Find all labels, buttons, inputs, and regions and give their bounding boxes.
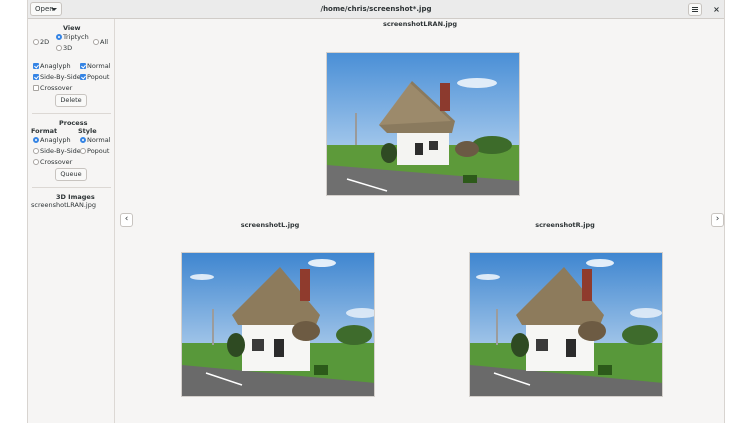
radio-selected-icon bbox=[33, 137, 39, 143]
3d-image-list-item[interactable]: screenshotLRAN.jpg bbox=[31, 201, 96, 209]
checkbox-icon bbox=[33, 85, 39, 91]
checkbox-checked-icon bbox=[80, 63, 86, 69]
menu-button[interactable] bbox=[688, 3, 702, 16]
normal-label: Normal bbox=[87, 62, 111, 70]
format-side-by-side-radio[interactable]: Side-By-Side bbox=[33, 147, 81, 155]
right-image-title: screenshotR.jpg bbox=[535, 221, 595, 229]
normal-checkbox[interactable]: Normal bbox=[80, 62, 111, 70]
queue-button[interactable]: Queue bbox=[55, 168, 87, 181]
side-by-side-label: Side-By-Side bbox=[40, 73, 81, 81]
style-popout-radio[interactable]: Popout bbox=[80, 147, 109, 155]
checkbox-checked-icon bbox=[33, 63, 39, 69]
format-anaglyph-radio[interactable]: Anaglyph bbox=[33, 136, 71, 144]
checkbox-checked-icon bbox=[80, 74, 86, 80]
delete-button[interactable]: Delete bbox=[55, 94, 87, 107]
anaglyph-image bbox=[326, 52, 520, 196]
sidebar: View 2D Triptych All 3D Anaglyph Normal … bbox=[28, 19, 115, 423]
hamburger-menu-icon bbox=[692, 7, 698, 8]
open-button[interactable]: Open bbox=[30, 2, 62, 16]
right-eye-image bbox=[469, 252, 663, 397]
close-button[interactable]: × bbox=[710, 3, 723, 16]
side-by-side-checkbox[interactable]: Side-By-Side bbox=[33, 73, 81, 81]
anaglyph-checkbox[interactable]: Anaglyph bbox=[33, 62, 71, 70]
next-button[interactable]: › bbox=[711, 213, 724, 227]
view-triptych-label: Triptych bbox=[63, 33, 89, 41]
left-eye-image bbox=[181, 252, 375, 397]
view-all-radio[interactable]: All bbox=[93, 38, 108, 46]
3d-images-heading: 3D Images bbox=[56, 193, 95, 201]
image-viewer: screenshotLRAN.jpg screenshotL.jpg scree… bbox=[115, 19, 725, 423]
close-icon: × bbox=[713, 5, 720, 14]
chevron-left-icon: ‹ bbox=[124, 214, 129, 224]
view-all-label: All bbox=[100, 38, 109, 46]
crossover-checkbox[interactable]: Crossover bbox=[33, 84, 72, 92]
format-crossover-radio[interactable]: Crossover bbox=[33, 158, 72, 166]
popout-label: Popout bbox=[87, 73, 110, 81]
view-3d-radio[interactable]: 3D bbox=[56, 44, 72, 52]
radio-icon bbox=[33, 159, 39, 165]
popout-checkbox[interactable]: Popout bbox=[80, 73, 109, 81]
format-crossover-label: Crossover bbox=[40, 158, 73, 166]
view-triptych-radio[interactable]: Triptych bbox=[56, 33, 89, 41]
divider bbox=[32, 113, 111, 114]
format-anaglyph-label: Anaglyph bbox=[40, 136, 71, 144]
style-heading: Style bbox=[78, 127, 97, 135]
view-2d-radio[interactable]: 2D bbox=[33, 38, 49, 46]
checkbox-checked-icon bbox=[33, 74, 39, 80]
radio-icon bbox=[93, 39, 99, 45]
view-heading: View bbox=[63, 24, 81, 32]
style-popout-label: Popout bbox=[87, 147, 110, 155]
radio-icon bbox=[33, 39, 39, 45]
view-2d-label: 2D bbox=[40, 38, 50, 46]
top-image-title: screenshotLRAN.jpg bbox=[382, 20, 458, 28]
view-3d-label: 3D bbox=[63, 44, 73, 52]
header-bar: /home/chris/screenshot*.jpg Open × bbox=[28, 0, 724, 19]
chevron-right-icon: › bbox=[715, 214, 720, 224]
radio-icon bbox=[80, 148, 86, 154]
radio-icon bbox=[56, 45, 62, 51]
radio-selected-icon bbox=[56, 34, 62, 40]
crossover-label: Crossover bbox=[40, 84, 73, 92]
style-normal-label: Normal bbox=[87, 136, 111, 144]
format-side-by-side-label: Side-By-Side bbox=[40, 147, 81, 155]
left-image-title: screenshotL.jpg bbox=[240, 221, 300, 229]
app-window: /home/chris/screenshot*.jpg Open × View … bbox=[27, 0, 725, 423]
chevron-down-icon bbox=[51, 8, 57, 11]
previous-button[interactable]: ‹ bbox=[120, 213, 133, 227]
radio-icon bbox=[33, 148, 39, 154]
anaglyph-label: Anaglyph bbox=[40, 62, 71, 70]
style-normal-radio[interactable]: Normal bbox=[80, 136, 111, 144]
format-heading: Format bbox=[31, 127, 58, 135]
radio-selected-icon bbox=[80, 137, 86, 143]
process-heading: Process bbox=[59, 119, 88, 127]
window-title: /home/chris/screenshot*.jpg bbox=[320, 5, 432, 13]
divider bbox=[32, 187, 111, 188]
